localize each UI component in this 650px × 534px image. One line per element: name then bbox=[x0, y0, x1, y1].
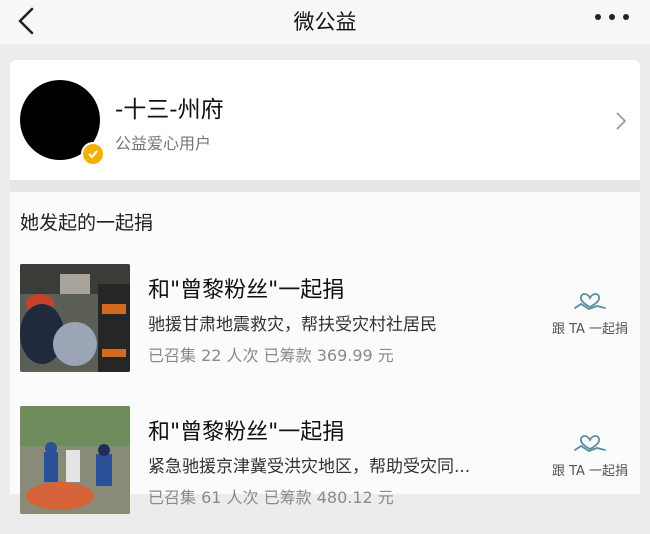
campaign-stats: 已召集 22 人次 已筹款 369.99 元 bbox=[148, 346, 394, 365]
campaign-description: 驰援甘肃地震救灾，帮扶受灾村社居民 bbox=[148, 315, 437, 335]
campaign-section: 她发起的一起捐 和"曾黎粉丝"一起捐 驰援甘肃地震救灾，帮扶受灾村社居民 已召集… bbox=[10, 192, 640, 514]
campaign-card[interactable]: 和"曾黎粉丝"一起捐 驰援甘肃地震救灾，帮扶受灾村社居民 已召集 22 人次 已… bbox=[10, 262, 640, 392]
chevron-right-icon[interactable] bbox=[614, 110, 628, 132]
heart-hand-icon bbox=[574, 293, 606, 310]
divider bbox=[10, 180, 640, 192]
section-title: 她发起的一起捐 bbox=[20, 212, 154, 234]
verified-badge-icon bbox=[81, 142, 105, 166]
join-donate-button[interactable]: 跟 TA 一起捐 bbox=[550, 430, 630, 490]
campaign-description: 紧急驰援京津冀受洪灾地区，帮助受灾同... bbox=[148, 457, 471, 477]
campaign-thumbnail[interactable] bbox=[20, 406, 130, 514]
campaign-title: 和"曾黎粉丝"一起捐 bbox=[148, 420, 345, 445]
campaign-title: 和"曾黎粉丝"一起捐 bbox=[148, 278, 345, 303]
join-donate-label: 跟 TA 一起捐 bbox=[551, 464, 629, 479]
campaign-thumbnail[interactable] bbox=[20, 264, 130, 372]
campaign-card[interactable]: 和"曾黎粉丝"一起捐 紧急驰援京津冀受洪灾地区，帮助受灾同... 已召集 61 … bbox=[10, 404, 640, 534]
join-donate-button[interactable]: 跟 TA 一起捐 bbox=[550, 288, 630, 348]
join-donate-label: 跟 TA 一起捐 bbox=[551, 322, 629, 337]
nav-bar: 微公益 bbox=[0, 0, 650, 44]
divider bbox=[0, 44, 650, 60]
profile-name: -十三-州府 bbox=[115, 97, 224, 123]
more-dots-icon[interactable] bbox=[592, 12, 632, 22]
campaign-stats: 已召集 61 人次 已筹款 480.12 元 bbox=[148, 488, 394, 507]
profile-tag: 公益爱心用户 bbox=[115, 134, 212, 153]
page-title: 微公益 bbox=[293, 10, 357, 34]
profile-card[interactable]: -十三-州府 公益爱心用户 bbox=[10, 60, 640, 180]
heart-hand-icon bbox=[574, 435, 606, 452]
